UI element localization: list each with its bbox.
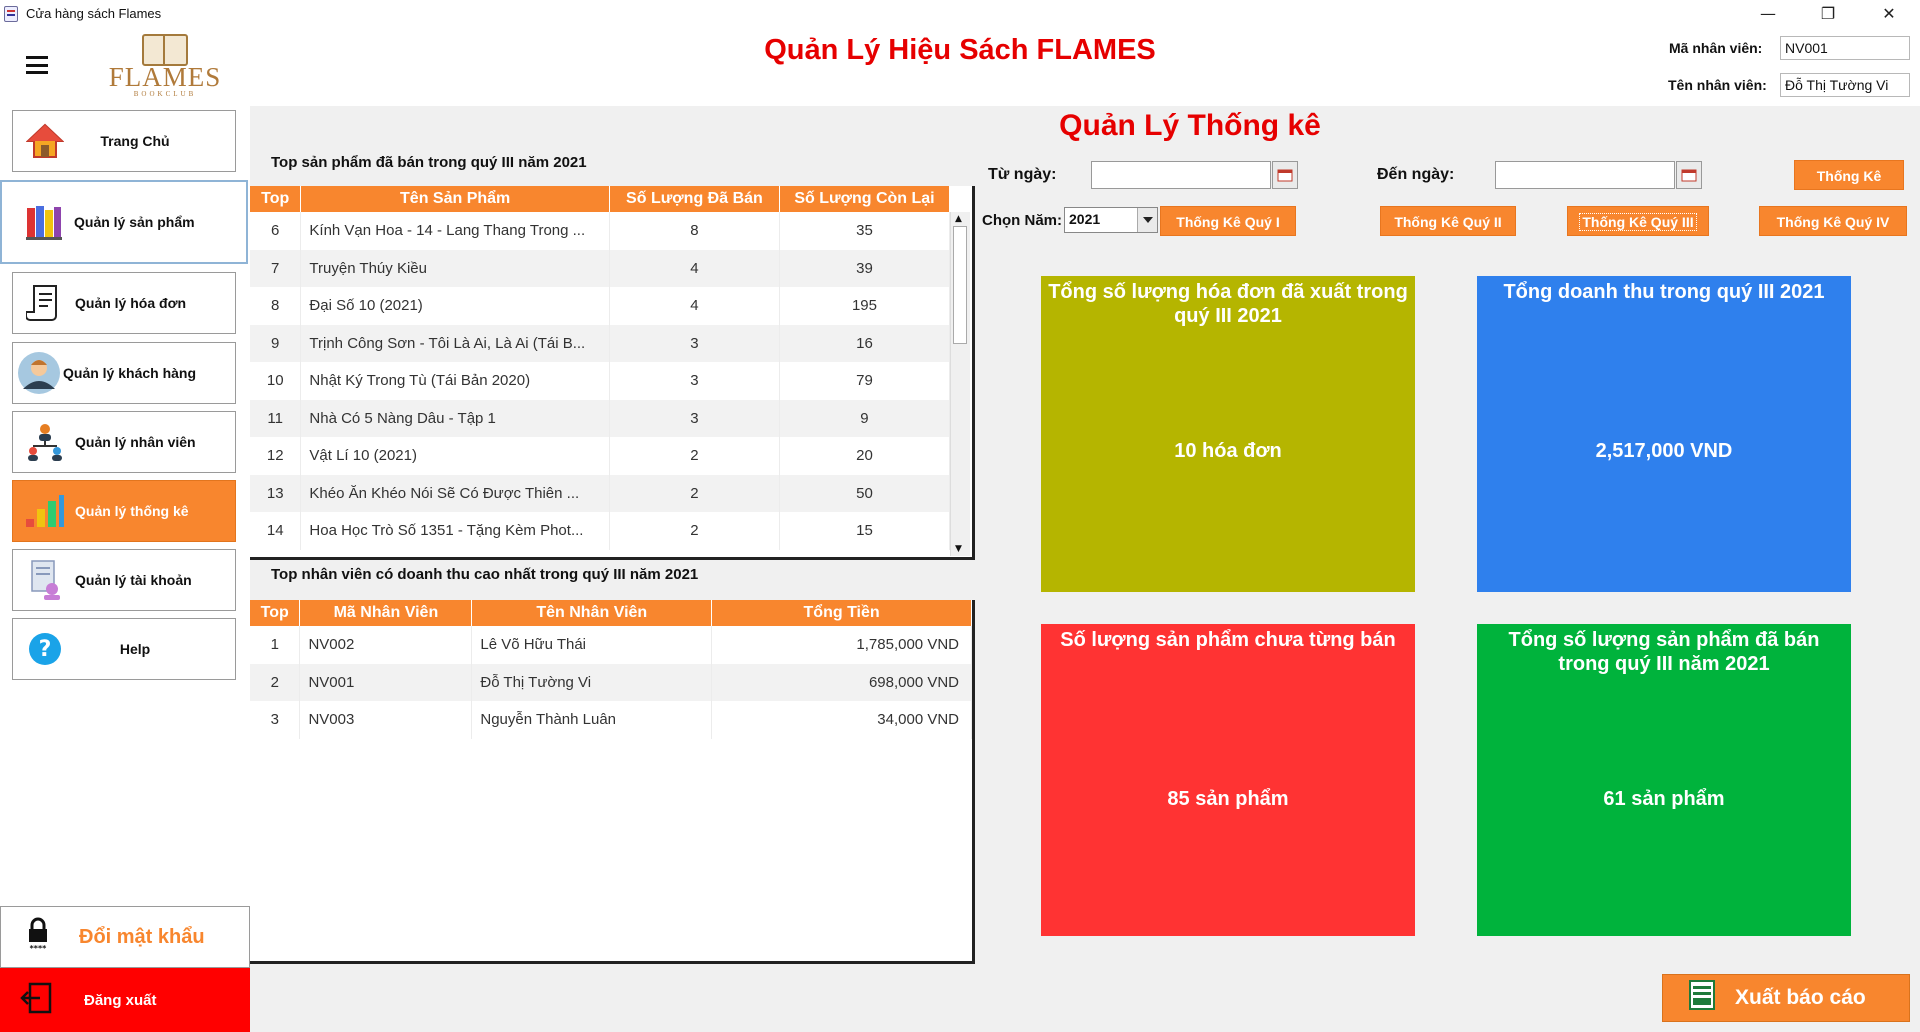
sold-products-card: Tổng số lượng sản phẩm đã bán trong quý … — [1477, 624, 1851, 936]
table-row[interactable]: 6 Kính Vạn Hoa - 14 - Lang Thang Trong ..… — [250, 212, 951, 250]
table-row[interactable]: 13 Khéo Ăn Khéo Nói Sẽ Có Được Thiên ... 2… — [250, 474, 951, 512]
app-title: Quản Lý Hiệu Sách FLAMES — [764, 34, 1156, 66]
invoice-count-card: Tổng số lượng hóa đơn đã xuất trong quý … — [1041, 276, 1415, 592]
staff-icon — [23, 420, 67, 464]
top-employees-title: Top nhân viên có doanh thu cao nhất tron… — [271, 566, 699, 583]
table-row[interactable]: 9 Trịnh Công Sơn - Tôi Là Ai, Là Ai (Tái … — [250, 324, 951, 362]
account-icon — [23, 558, 67, 602]
table-row[interactable]: 2 NV001 Đỗ Thị Tường Vi 698,000 VND — [250, 663, 972, 701]
from-date-label: Từ ngày: — [988, 166, 1057, 183]
sidebar-item-statistics[interactable]: Quản lý thống kê — [12, 480, 236, 542]
chevron-down-icon[interactable] — [1137, 208, 1157, 232]
page-title: Quản Lý Thống kê — [1059, 109, 1321, 142]
statistics-button[interactable]: Thống Kê — [1794, 160, 1904, 190]
employee-name-label: Tên nhân viên: — [1668, 77, 1767, 93]
svg-text:****: **** — [30, 944, 48, 953]
sidebar-item-home[interactable]: Trang Chủ — [12, 110, 236, 172]
excel-icon — [1687, 979, 1717, 1017]
app-icon — [4, 6, 18, 22]
statistics-panel: Quản Lý Thống kê Top sản phẩm đã bán tro… — [250, 106, 1920, 1032]
table-row[interactable]: 11 Nhà Có 5 Nàng Dâu - Tập 139 — [250, 399, 951, 437]
unsold-products-card: Số lượng sản phẩm chưa từng bán 85 sản p… — [1041, 624, 1415, 936]
lock-icon: **** — [23, 917, 63, 958]
hamburger-menu-icon[interactable] — [26, 56, 48, 74]
year-label: Chọn Năm: — [982, 212, 1062, 229]
q2-statistics-button[interactable]: Thống Kê Quý II — [1380, 206, 1516, 236]
scroll-thumb[interactable] — [953, 226, 967, 344]
invoice-icon — [23, 281, 67, 325]
table-row[interactable]: 10 Nhật Ký Trong Tù (Tái Bản 2020) 3 79 — [250, 362, 951, 400]
sidebar-item-invoices[interactable]: Quản lý hóa đơn — [12, 272, 236, 334]
column-header[interactable]: Tên Sản Phẩm — [300, 186, 610, 212]
column-header[interactable]: Tên Nhân Viên — [471, 600, 713, 626]
top-products-title: Top sản phẩm đã bán trong quý III năm 20… — [271, 154, 587, 171]
column-header[interactable]: Số Lượng Đã Bán — [609, 186, 780, 212]
scroll-down-icon[interactable]: ▼ — [955, 544, 962, 554]
revenue-card: Tổng doanh thu trong quý III 2021 2,517,… — [1477, 276, 1851, 592]
q1-statistics-button[interactable]: Thống Kê Quý I — [1160, 206, 1296, 236]
table-row[interactable]: 1 NV002 Lê Võ Hữu Thái 1,785,000 VND — [250, 626, 972, 664]
window-title: Cửa hàng sách Flames — [26, 6, 162, 21]
flames-logo: FLAMES BOOKCLUB — [100, 34, 230, 104]
column-header[interactable]: Tổng Tiền — [711, 600, 972, 626]
maximize-button[interactable]: ❐ — [1805, 0, 1851, 28]
year-select[interactable]: 2021 — [1064, 207, 1158, 233]
table-scrollbar[interactable]: ▲ ▼ — [950, 212, 970, 556]
books-icon — [22, 200, 66, 244]
table-row[interactable]: 14 Hoa Học Trò Số 1351 - Tặng Kèm Phot...… — [250, 512, 951, 550]
sidebar-item-accounts[interactable]: Quản lý tài khoản — [12, 549, 236, 611]
top-employees-table: Top Mã Nhân Viên Tên Nhân Viên Tổng Tiền… — [250, 600, 975, 964]
employee-id-label: Mã nhân viên: — [1669, 40, 1763, 56]
to-calendar-icon[interactable] — [1676, 161, 1702, 189]
sidebar: Trang Chủ Quản lý sản phẩm Quản lý hóa đ… — [0, 106, 250, 1032]
home-icon — [23, 119, 67, 163]
close-button[interactable]: ✕ — [1866, 0, 1912, 28]
column-header[interactable]: Top — [250, 600, 301, 626]
scroll-up-icon[interactable]: ▲ — [955, 214, 962, 224]
from-calendar-icon[interactable] — [1272, 161, 1298, 189]
table-row[interactable]: 3 NV003 Nguyễn Thành Luân 34,000 VND — [250, 701, 972, 739]
to-date-field[interactable] — [1495, 161, 1675, 189]
minimize-button[interactable]: — — [1745, 0, 1791, 28]
employee-name-field[interactable]: Đỗ Thị Tường Vi — [1780, 73, 1910, 97]
window-titlebar: Cửa hàng sách Flames — ❐ ✕ — [0, 0, 1920, 28]
sidebar-item-customers[interactable]: Quản lý khách hàng — [12, 342, 236, 404]
q3-statistics-button[interactable]: Thống Kê Quý III — [1567, 206, 1709, 236]
help-icon: ? — [23, 627, 67, 671]
top-products-table: Top Tên Sản Phẩm Số Lượng Đã Bán Số Lượn… — [250, 186, 975, 560]
logout-button[interactable]: Đăng xuất — [0, 968, 250, 1032]
customer-icon — [17, 351, 61, 395]
sidebar-item-employees[interactable]: Quản lý nhân viên — [12, 411, 236, 473]
sidebar-item-help[interactable]: ? Help — [12, 618, 236, 680]
table-row[interactable]: 7 Truyện Thúy Kiều 4 39 — [250, 249, 951, 287]
employee-id-field[interactable]: NV001 — [1780, 36, 1910, 60]
svg-text:?: ? — [39, 637, 52, 662]
table-row[interactable]: 12 Vật Lí 10 (2021) 2 20 — [250, 437, 951, 475]
sidebar-item-products[interactable]: Quản lý sản phẩm — [0, 180, 248, 264]
column-header[interactable]: Mã Nhân Viên — [299, 600, 473, 626]
q4-statistics-button[interactable]: Thống Kê Quý IV — [1759, 206, 1907, 236]
logout-icon — [20, 981, 60, 1020]
change-password-button[interactable]: **** Đổi mật khẩu — [0, 906, 250, 968]
from-date-field[interactable] — [1091, 161, 1271, 189]
column-header[interactable]: Số Lượng Còn Lại — [779, 186, 951, 212]
column-header[interactable]: Top — [250, 186, 302, 212]
book-logo-icon — [142, 34, 188, 66]
chart-icon — [23, 489, 67, 533]
table-row[interactable]: 8 Đại Số 10 (2021) 4 195 — [250, 287, 951, 325]
to-date-label: Đến ngày: — [1377, 166, 1455, 183]
export-report-button[interactable]: Xuất báo cáo — [1662, 974, 1910, 1022]
